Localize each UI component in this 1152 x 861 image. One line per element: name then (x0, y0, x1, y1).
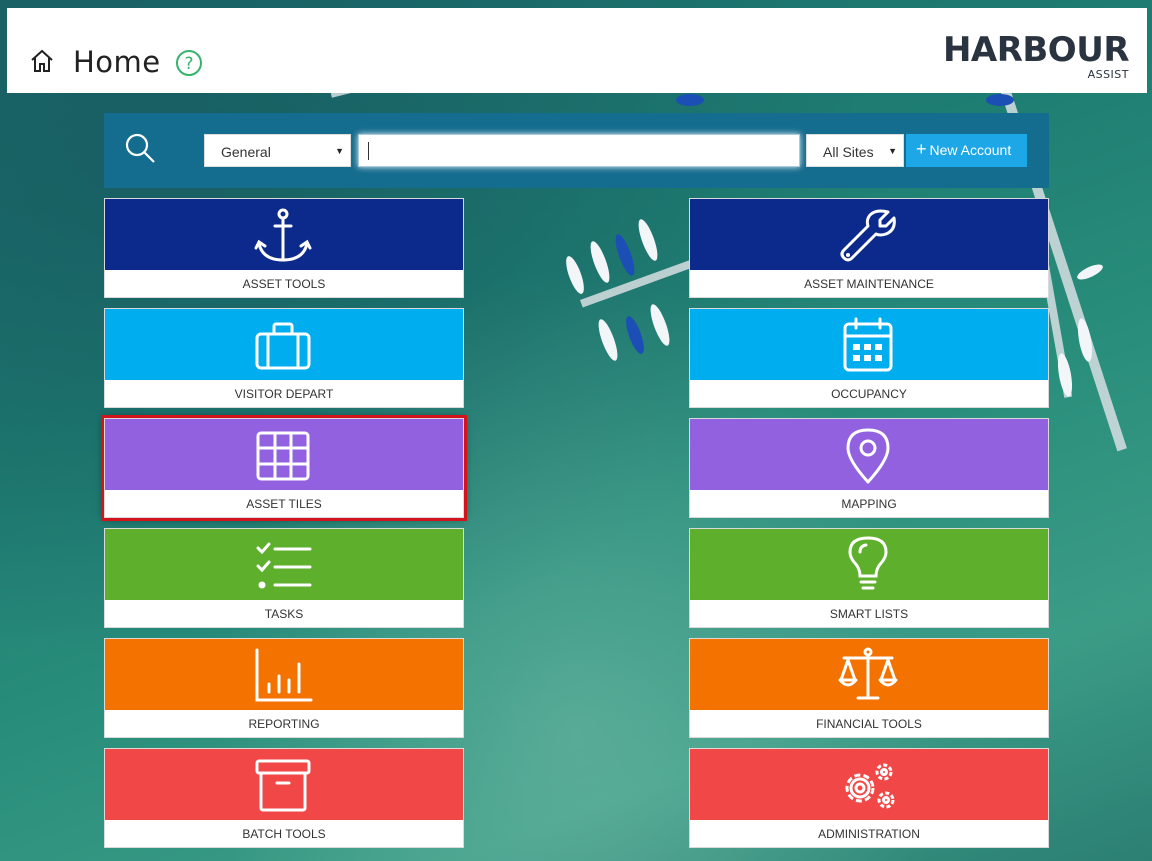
text-caret (368, 142, 369, 160)
search-icon[interactable] (124, 132, 156, 164)
tile-label: REPORTING (248, 717, 320, 731)
tile-financial-tools[interactable]: FINANCIAL TOOLS (689, 638, 1049, 738)
search-bar: General ▼ All Sites ▼ + New Account (104, 113, 1049, 188)
map-pin-icon (846, 428, 890, 484)
new-account-button[interactable]: + New Account (906, 134, 1027, 167)
lightbulb-icon (848, 536, 888, 590)
help-circle-icon[interactable]: ? (175, 49, 203, 77)
tile-asset-maintenance[interactable]: ASSET MAINTENANCE (689, 198, 1049, 298)
tile-label: TASKS (264, 607, 304, 621)
tile-label: ASSET MAINTENANCE (804, 277, 934, 291)
anchor-icon (254, 208, 312, 262)
tile-smart-lists[interactable]: SMART LISTS (689, 528, 1049, 628)
page-title: Home (73, 45, 161, 79)
search-input[interactable] (358, 134, 800, 167)
tile-reporting[interactable]: REPORTING (104, 638, 464, 738)
tile-label: OCCUPANCY (831, 387, 907, 401)
archive-box-icon (255, 759, 311, 812)
tile-label: ADMINISTRATION (818, 827, 920, 841)
harbour-assist-logo: HARBOUR ASSIST (942, 30, 1130, 81)
chevron-down-icon: ▼ (335, 146, 344, 156)
tile-mapping[interactable]: MAPPING (689, 418, 1049, 518)
top-bar: Home ? HARBOUR ASSIST (7, 8, 1147, 93)
suitcase-icon (255, 322, 311, 370)
plus-icon: + (916, 139, 927, 159)
tile-asset-tiles[interactable]: ASSET TILES (101, 415, 467, 521)
tile-administration[interactable]: ADMINISTRATION (689, 748, 1049, 848)
tile-asset-tools[interactable]: ASSET TOOLS (104, 198, 464, 298)
tile-batch-tools[interactable]: BATCH TOOLS (104, 748, 464, 848)
tile-occupancy[interactable]: OCCUPANCY (689, 308, 1049, 408)
svg-text:?: ? (184, 54, 193, 74)
tile-label: MAPPING (841, 497, 897, 511)
calendar-icon (843, 317, 893, 372)
category-select[interactable]: General ▼ (204, 134, 351, 167)
checklist-icon (256, 542, 312, 589)
tile-label: ASSET TOOLS (242, 277, 326, 291)
tile-label: BATCH TOOLS (242, 827, 326, 841)
tile-visitor-depart[interactable]: VISITOR DEPART (104, 308, 464, 408)
bar-chart-icon (255, 648, 313, 702)
tile-label: FINANCIAL TOOLS (816, 717, 922, 731)
gears-icon (845, 763, 895, 809)
sites-select[interactable]: All Sites ▼ (806, 134, 904, 167)
tile-label: VISITOR DEPART (234, 387, 334, 401)
tile-label: SMART LISTS (829, 607, 909, 621)
chevron-down-icon: ▼ (888, 146, 897, 156)
scales-icon (838, 647, 898, 700)
tile-label: ASSET TILES (246, 497, 322, 511)
grid-icon (256, 431, 310, 481)
home-icon[interactable] (29, 48, 55, 74)
wrench-icon (840, 209, 896, 262)
tile-tasks[interactable]: TASKS (104, 528, 464, 628)
